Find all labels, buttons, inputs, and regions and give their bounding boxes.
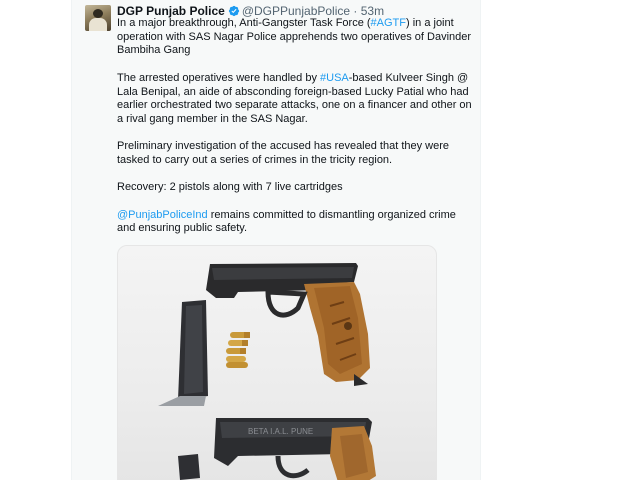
author-handle[interactable]: @DGPPunjabPolice <box>242 4 350 18</box>
live-cartridges <box>226 332 250 368</box>
hashtag-usa-link[interactable]: #USA <box>320 72 349 84</box>
avatar-head <box>93 9 103 18</box>
verified-badge-icon <box>228 5 239 17</box>
pistol-2: BETA I.A.L. PUNE <box>178 418 376 480</box>
separator-dot: · <box>353 4 358 18</box>
tweet-timestamp[interactable]: 53m <box>361 4 384 18</box>
right-page-margin <box>481 0 640 480</box>
paragraph-3: Preliminary investigation of the accused… <box>117 140 450 166</box>
tweet-photo[interactable]: BETA I.A.L. PUNE <box>117 245 437 480</box>
pistol-engraving: BETA I.A.L. PUNE <box>248 427 313 436</box>
magazine <box>158 300 208 406</box>
tweet[interactable]: DGP Punjab Police @DGPPunjabPolice · 53m … <box>72 0 480 480</box>
hashtag-agtf-link[interactable]: #AGTF <box>371 17 406 29</box>
tweet-text: In a major breakthrough, Anti-Gangster T… <box>117 17 477 250</box>
author-name[interactable]: DGP Punjab Police <box>117 4 225 18</box>
paragraph-4: Recovery: 2 pistols along with 7 live ca… <box>117 181 343 194</box>
p1-text-a: In a major breakthrough, Anti-Gangster T… <box>117 17 371 29</box>
p2-text-a: The arrested operatives were handled by <box>117 71 321 84</box>
author-avatar[interactable] <box>85 5 111 31</box>
recovered-weapons-photo: BETA I.A.L. PUNE <box>158 263 376 480</box>
left-page-margin <box>0 0 71 480</box>
paragraph-2: The arrested operatives were handled by … <box>117 72 477 127</box>
timeline-column: DGP Punjab Police @DGPPunjabPolice · 53m … <box>71 0 481 480</box>
avatar-uniform <box>89 18 107 31</box>
mention-punjabpoliceind-link[interactable]: @PunjabPoliceInd <box>117 209 208 221</box>
paragraph-1: In a major breakthrough, Anti-Gangster T… <box>117 17 477 58</box>
paragraph-5: @PunjabPoliceInd remains committed to di… <box>117 209 477 236</box>
